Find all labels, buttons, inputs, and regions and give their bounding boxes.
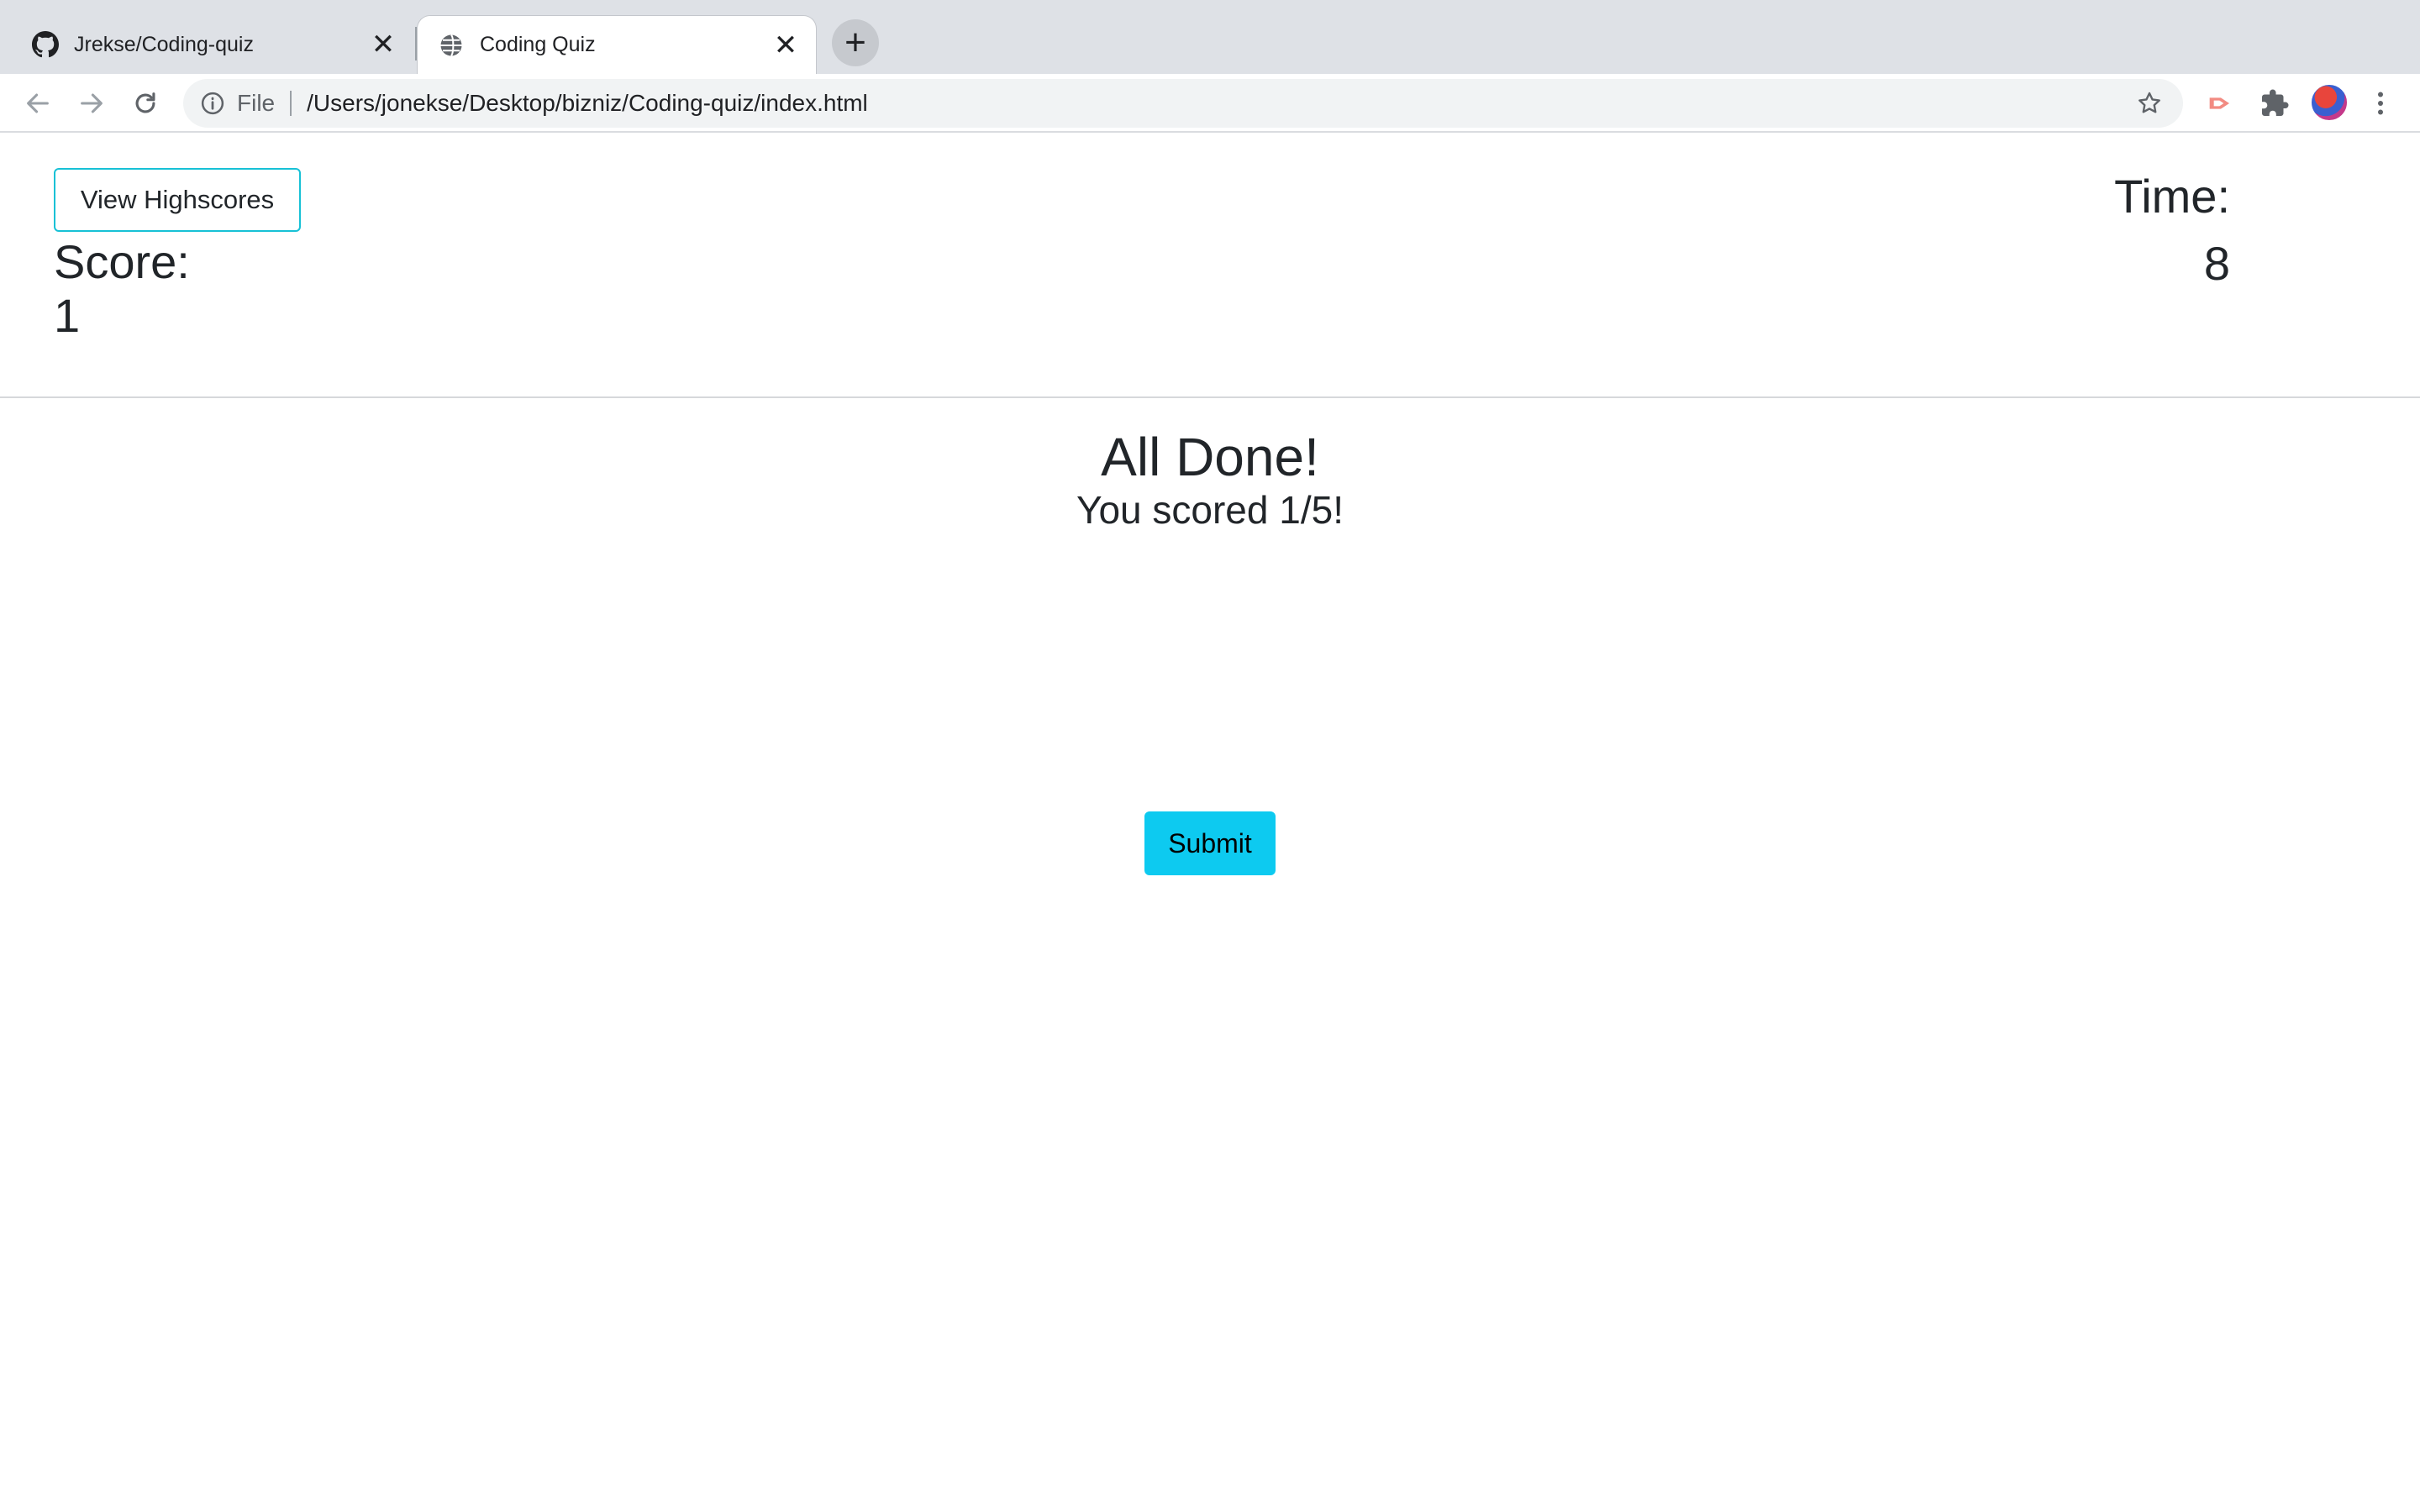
forward-icon[interactable] xyxy=(71,82,113,124)
extension-icon[interactable] xyxy=(2202,84,2240,123)
profile-avatar[interactable] xyxy=(2310,83,2349,122)
tab-title: Coding Quiz xyxy=(480,33,596,56)
browser-tabstrip: Jrekse/Coding-quiz ✕ Coding Quiz ✕ + xyxy=(0,0,2420,74)
new-tab-button[interactable]: + xyxy=(832,19,879,66)
close-icon[interactable]: ✕ xyxy=(771,30,801,60)
tab-coding-quiz[interactable]: Coding Quiz ✕ xyxy=(417,15,817,74)
address-bar[interactable]: File /Users/jonekse/Desktop/bizniz/Codin… xyxy=(183,79,2183,128)
globe-icon xyxy=(438,32,465,59)
time-label: Time: xyxy=(2114,170,2230,223)
submit-button[interactable]: Submit xyxy=(1144,811,1276,875)
url-text[interactable]: /Users/jonekse/Desktop/bizniz/Coding-qui… xyxy=(307,90,2133,117)
back-icon[interactable] xyxy=(17,82,59,124)
tab-title: Jrekse/Coding-quiz xyxy=(74,32,254,56)
view-highscores-button[interactable]: View Highscores xyxy=(54,168,301,232)
done-title: All Done! xyxy=(1101,427,1319,487)
reload-icon[interactable] xyxy=(124,82,166,124)
bookmark-star-icon[interactable] xyxy=(2133,87,2166,120)
score-value: 1 xyxy=(54,289,81,342)
final-score-text: You scored 1/5! xyxy=(1076,488,1344,532)
menu-kebab-icon[interactable] xyxy=(2361,84,2400,123)
header-divider xyxy=(0,396,2420,398)
url-scheme: File xyxy=(237,90,276,116)
info-icon[interactable] xyxy=(198,89,227,118)
page-content: View Highscores Score: 1 Time: 8 All Don… xyxy=(0,134,2420,1512)
browser-toolbar: File /Users/jonekse/Desktop/bizniz/Codin… xyxy=(0,74,2420,133)
tab-github[interactable]: Jrekse/Coding-quiz ✕ xyxy=(12,15,413,74)
close-icon[interactable]: ✕ xyxy=(368,29,398,60)
omnibox-separator xyxy=(290,91,292,116)
extensions-puzzle-icon[interactable] xyxy=(2255,84,2294,123)
time-value: 8 xyxy=(2203,237,2230,290)
score-label: Score: xyxy=(54,235,190,288)
github-icon xyxy=(32,31,59,58)
